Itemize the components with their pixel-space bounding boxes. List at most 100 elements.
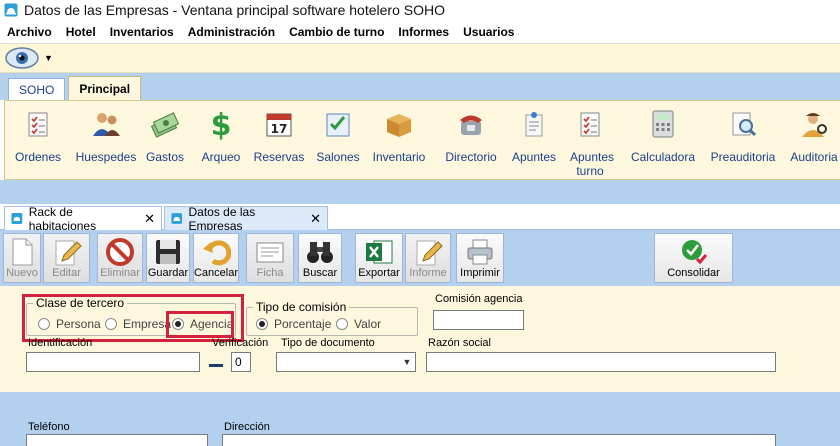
- dollar-sign-icon: $: [211, 108, 232, 140]
- ribbon-label: Reservas: [253, 150, 305, 164]
- ribbon-button-salones[interactable]: Salones: [313, 107, 363, 164]
- button-label: Guardar: [147, 267, 189, 279]
- ribbon-label: Auditoria: [790, 150, 838, 164]
- card-file-icon: [256, 242, 284, 263]
- menu-archivo[interactable]: Archivo: [0, 25, 59, 39]
- cancelar-button[interactable]: Cancelar: [193, 233, 239, 283]
- excel-icon: [366, 240, 393, 264]
- empresa-form: Clase de tercero Persona Empresa Agencia…: [0, 286, 840, 392]
- clipboard-checklist-icon: [580, 112, 600, 137]
- separator-dash: [209, 364, 223, 367]
- menu-inventarios[interactable]: Inventarios: [103, 25, 181, 39]
- ribbon-button-arqueo[interactable]: $ Arqueo: [199, 107, 243, 164]
- undo-arrow-icon: [203, 240, 231, 266]
- tab-soho[interactable]: SOHO: [8, 78, 66, 100]
- telefono-field[interactable]: [26, 434, 208, 446]
- ribbon-label: Apuntes: [511, 150, 557, 164]
- eye-icon[interactable]: [4, 46, 42, 70]
- binoculars-icon: [307, 242, 333, 263]
- form-section-band: [0, 392, 840, 416]
- comision-agencia-label: Comisión agencia: [435, 293, 523, 305]
- printer-icon: [467, 239, 493, 265]
- tab-datos-de-las-empresas[interactable]: Datos de las Empresas ✕: [164, 204, 328, 233]
- menu-usuarios[interactable]: Usuarios: [456, 25, 521, 39]
- close-icon[interactable]: ✕: [310, 211, 321, 227]
- imprimir-button[interactable]: Imprimir: [456, 233, 504, 283]
- menu-cambio-de-turno[interactable]: Cambio de turno: [282, 25, 391, 39]
- chevron-down-icon[interactable]: ▼: [399, 353, 415, 371]
- guests-icon: [93, 113, 120, 136]
- tab-principal[interactable]: Principal: [68, 76, 142, 100]
- tipo-documento-select[interactable]: ▼: [276, 352, 416, 372]
- eliminar-button[interactable]: Eliminar: [97, 233, 143, 283]
- radio-valor[interactable]: Valor: [336, 317, 381, 331]
- button-label: Eliminar: [100, 267, 140, 279]
- tipo-comision-legend: Tipo de comisión: [256, 300, 347, 314]
- ficha-button[interactable]: Ficha: [246, 233, 294, 283]
- identificacion-label: Identificación: [28, 337, 93, 349]
- tab-rack-de-habitaciones[interactable]: Rack de habitaciones ✕: [4, 205, 162, 233]
- button-label: Consolidar: [667, 267, 720, 279]
- ribbon-label: Ordenes: [14, 150, 62, 164]
- calculator-icon: [652, 110, 674, 138]
- razon-social-field[interactable]: [426, 352, 776, 372]
- button-label: Editar: [52, 267, 81, 279]
- button-label: Ficha: [256, 267, 284, 279]
- report-pencil-icon: [416, 240, 443, 266]
- editar-button[interactable]: Editar: [43, 233, 90, 283]
- button-label: Buscar: [302, 267, 338, 279]
- money-stack-icon: [150, 112, 180, 138]
- contact-section: Teléfono Dirección: [0, 416, 840, 446]
- ribbon-button-apuntes[interactable]: Apuntes: [507, 107, 561, 164]
- ribbon-label: Apuntes turno: [570, 150, 615, 178]
- consolidate-check-icon: [681, 240, 707, 265]
- guardar-button[interactable]: Guardar: [146, 233, 190, 283]
- ribbon-label: Huespedes: [75, 150, 137, 164]
- telefono-label: Teléfono: [28, 421, 70, 433]
- cardboard-box-icon: [387, 114, 411, 137]
- ribbon-button-reservas[interactable]: 17 Reservas: [253, 107, 305, 164]
- ribbon-label: Preauditoria: [710, 150, 776, 164]
- informe-button[interactable]: Informe: [405, 233, 451, 283]
- exportar-button[interactable]: Exportar: [355, 233, 403, 283]
- close-icon[interactable]: ✕: [144, 211, 155, 227]
- document-tabs: Rack de habitaciones ✕ Datos de las Empr…: [0, 204, 840, 233]
- ribbon-button-preauditoria[interactable]: Preauditoria: [705, 107, 781, 164]
- record-toolbar: Nuevo Editar Eliminar Guardar Cancelar F…: [0, 230, 840, 286]
- ribbon-button-auditoria[interactable]: Auditoria: [787, 107, 840, 164]
- tab-label: Datos de las Empresas: [188, 204, 256, 233]
- qat-dropdown-icon[interactable]: ▼: [44, 53, 53, 63]
- hotel-bell-icon: [171, 213, 183, 224]
- direccion-field[interactable]: [222, 434, 776, 446]
- comision-agencia-field[interactable]: [433, 310, 524, 330]
- identificacion-field[interactable]: [26, 352, 200, 372]
- menu-administracion[interactable]: Administración: [181, 25, 282, 39]
- window-title: Datos de las Empresas - Ventana principa…: [24, 2, 445, 18]
- ribbon-button-gastos[interactable]: Gastos: [145, 107, 185, 164]
- calendar-17-icon: 17: [266, 113, 292, 137]
- ribbon-label: Calculadora: [630, 150, 696, 164]
- svg-text:17: 17: [271, 122, 288, 136]
- buscar-button[interactable]: Buscar: [298, 233, 342, 283]
- ribbon-label: Directorio: [445, 150, 497, 164]
- verificacion-field[interactable]: 0: [231, 352, 251, 372]
- consolidar-button[interactable]: Consolidar: [654, 233, 733, 283]
- button-label: Nuevo: [6, 267, 38, 279]
- radio-porcentaje[interactable]: Porcentaje: [256, 317, 331, 331]
- nuevo-button[interactable]: Nuevo: [3, 233, 41, 283]
- clipboard-checklist-icon: [28, 112, 48, 137]
- radio-label: Valor: [354, 317, 382, 331]
- ribbon-button-ordenes[interactable]: Ordenes: [15, 107, 61, 164]
- hotel-bell-icon: [11, 213, 23, 224]
- menu-informes[interactable]: Informes: [391, 25, 456, 39]
- radio-indicator: [336, 318, 348, 330]
- ribbon-button-inventario[interactable]: Inventario: [369, 107, 429, 164]
- ribbon-button-directorio[interactable]: Directorio: [439, 107, 503, 164]
- ribbon-button-apuntes-turno[interactable]: Apuntes turno: [563, 107, 617, 178]
- hotel-bell-icon: [4, 3, 18, 17]
- ribbon-button-huespedes[interactable]: Huespedes: [75, 107, 137, 164]
- highlight-box-agencia: [166, 311, 234, 338]
- ribbon-button-calculadora[interactable]: Calculadora: [629, 107, 697, 164]
- button-label: Exportar: [358, 267, 400, 279]
- menu-hotel[interactable]: Hotel: [59, 25, 103, 39]
